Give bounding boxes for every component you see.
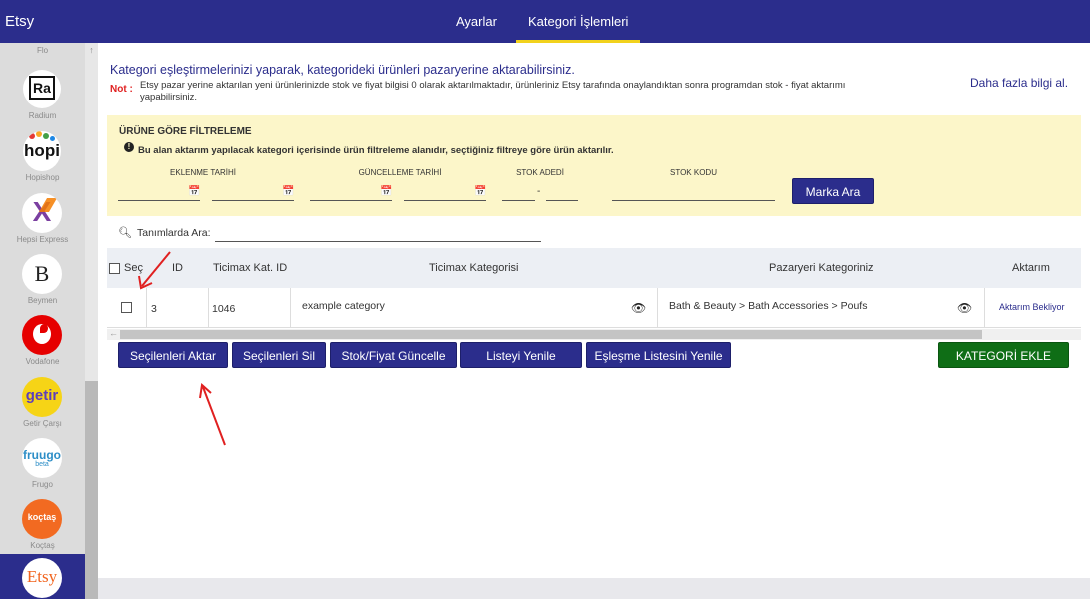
annotation-arrow-checkbox [138,251,171,290]
annotation-arrow-transfer-button [199,383,226,446]
annotation-arrows [138,251,226,446]
